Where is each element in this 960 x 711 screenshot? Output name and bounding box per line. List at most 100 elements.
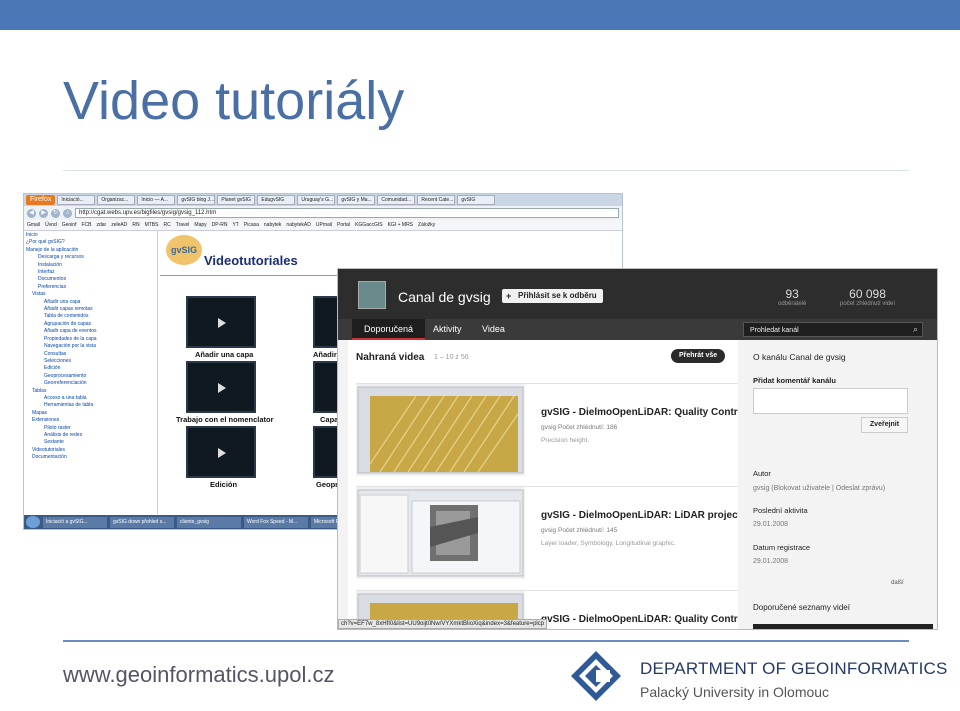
tree-item[interactable]: Añadir una capa: [26, 299, 155, 306]
reload-icon[interactable]: ↻: [51, 208, 60, 218]
tree-item[interactable]: Análisis de redes: [26, 432, 155, 439]
taskbar-item[interactable]: gvSIG down přehled s...: [110, 516, 174, 528]
browser-tab[interactable]: Planet gvSIG: [217, 195, 256, 205]
browser-tab[interactable]: gvSIG: [457, 195, 496, 205]
post-comment-button[interactable]: Zveřejnit: [861, 417, 908, 433]
playlist-thumbnail[interactable]: [753, 624, 933, 629]
bookmark[interactable]: Travel: [176, 220, 190, 230]
video-caption: Añadir una capa: [195, 350, 254, 359]
video-title[interactable]: gvSIG - DielmoOpenLiDAR: Quality Contr: [541, 614, 738, 625]
bookmark[interactable]: KGI + MRS: [388, 220, 413, 230]
bookmark[interactable]: FCB: [81, 220, 91, 230]
browser-tab[interactable]: gvSIG blog J...: [177, 195, 216, 205]
tab-videos[interactable]: Videa: [470, 319, 517, 340]
bookmark[interactable]: Úvod: [45, 220, 57, 230]
tree-item[interactable]: Interfaz: [26, 269, 155, 276]
video-item[interactable]: gvSIG - DielmoOpenLiDAR: Quality Contr g…: [356, 383, 738, 476]
tree-item[interactable]: Edición: [26, 365, 155, 372]
bookmark[interactable]: zdar: [96, 220, 106, 230]
video-thumbnail[interactable]: [356, 487, 525, 579]
tree-item[interactable]: Mapas: [26, 410, 155, 417]
tree-item[interactable]: ¿Por qué gvSIG?: [26, 239, 155, 246]
bookmark[interactable]: Mapy: [194, 220, 206, 230]
browser-tab[interactable]: Comunidad...: [377, 195, 416, 205]
subscribe-button[interactable]: Přihlásit se k odběru: [502, 289, 603, 303]
author-value[interactable]: gvsig (Blokovat uživatele | Odeslat zprá…: [753, 485, 885, 492]
tree-item[interactable]: Consultas: [26, 351, 155, 358]
browser-tab[interactable]: Recent Cate...: [417, 195, 456, 205]
bookmark[interactable]: Geoinf: [62, 220, 77, 230]
start-button[interactable]: [26, 516, 40, 528]
tree-item[interactable]: Tablas: [26, 388, 155, 395]
bookmark[interactable]: YT: [233, 220, 239, 230]
tree-item[interactable]: Descarga y recursos: [26, 254, 155, 261]
tree-item[interactable]: Acceso a una tabla: [26, 395, 155, 402]
bookmark[interactable]: Picasa: [244, 220, 259, 230]
tree-item[interactable]: Añadir capas remotas: [26, 306, 155, 313]
more-link[interactable]: další: [891, 580, 904, 586]
tree-item[interactable]: Instalación: [26, 262, 155, 269]
tree-item[interactable]: Propiedades de la capa: [26, 336, 155, 343]
url-field[interactable]: http://cgat.webs.upv.es/bigfiles/gvsig/g…: [75, 208, 619, 218]
tree-item[interactable]: Sextante: [26, 439, 155, 446]
back-icon[interactable]: ◀: [27, 208, 36, 218]
tree-item[interactable]: Preferencias: [26, 284, 155, 291]
video-title[interactable]: gvSIG - DielmoOpenLiDAR: Quality Contr: [541, 407, 738, 418]
firefox-menu-button[interactable]: Firefox: [26, 195, 56, 205]
bookmark[interactable]: UPmail: [316, 220, 332, 230]
bookmark[interactable]: Záložky: [418, 220, 435, 230]
bookmark[interactable]: Gmail: [27, 220, 40, 230]
bookmark[interactable]: RC: [163, 220, 170, 230]
tree-item[interactable]: Manejo de la aplicación: [26, 247, 155, 254]
browser-tab[interactable]: gvSIG y Ma...: [337, 195, 376, 205]
bookmark[interactable]: nabytekAD: [286, 220, 310, 230]
tab-activity[interactable]: Aktivity: [421, 319, 474, 340]
tree-item[interactable]: Herramientas de tabla: [26, 402, 155, 409]
video-thumbnail[interactable]: [186, 361, 256, 413]
channel-avatar[interactable]: [358, 281, 386, 309]
video-thumbnail[interactable]: [186, 296, 256, 348]
taskbar-item[interactable]: Iniciació a gvSIG...: [43, 516, 107, 528]
browser-tab[interactable]: Iniciació...: [57, 195, 96, 205]
bookmark[interactable]: zeleAD: [111, 220, 127, 230]
video-thumbnail[interactable]: [356, 384, 525, 476]
browser-tab[interactable]: Organizac...: [97, 195, 136, 205]
tree-item[interactable]: Tabla de contenidos: [26, 313, 155, 320]
taskbar-item[interactable]: Word Fox Speed - M...: [244, 516, 308, 528]
tree-item[interactable]: Agrupación de capas: [26, 321, 155, 328]
channel-search-input[interactable]: Prohledat kanál: [743, 322, 923, 337]
bookmark[interactable]: nabytek: [264, 220, 282, 230]
tree-item[interactable]: Geoprocesamiento: [26, 373, 155, 380]
browser-tab[interactable]: Inicio — A...: [137, 195, 176, 205]
bookmark[interactable]: MTBS: [145, 220, 159, 230]
video-thumbnail[interactable]: [186, 426, 256, 478]
tab-recommended[interactable]: Doporučená: [352, 319, 426, 340]
tree-item[interactable]: Selecciones: [26, 358, 155, 365]
comment-textarea[interactable]: [753, 388, 908, 414]
tree-item[interactable]: Inicio: [26, 232, 155, 239]
taskbar-item[interactable]: cliente_gvsig: [177, 516, 241, 528]
tree-item[interactable]: Documentos: [26, 276, 155, 283]
bookmark[interactable]: KGGaccGIS: [355, 220, 383, 230]
video-title[interactable]: gvSIG - DielmoOpenLiDAR: LiDAR project: [541, 510, 738, 521]
tree-item[interactable]: Añadir capa de eventos: [26, 328, 155, 335]
tree-item[interactable]: Georreferenciación: [26, 380, 155, 387]
browser-tab[interactable]: EdugvSIG: [257, 195, 296, 205]
tree-item[interactable]: Navegación por la vista: [26, 343, 155, 350]
tree-item[interactable]: Piloto raster: [26, 425, 155, 432]
tree-item[interactable]: Vistas: [26, 291, 155, 298]
tree-item[interactable]: Videotutoriales: [26, 447, 155, 454]
browser-tab[interactable]: Uruguay's G...: [297, 195, 336, 205]
video-caption: Capa: [320, 415, 339, 424]
tree-item[interactable]: Extensiones: [26, 417, 155, 424]
forward-icon[interactable]: ▶: [39, 208, 48, 218]
video-item[interactable]: gvSIG - DielmoOpenLiDAR: LiDAR project g…: [356, 486, 738, 579]
bookmark[interactable]: RN: [132, 220, 139, 230]
tree-item[interactable]: Documentación: [26, 454, 155, 461]
play-all-button[interactable]: Přehrát vše: [671, 349, 726, 363]
bookmarks-bar: Gmail Úvod Geoinf FCB zdar zeleAD RN MTB…: [24, 220, 622, 231]
bookmark[interactable]: Portal: [337, 220, 350, 230]
bookmark[interactable]: DP-RN: [212, 220, 228, 230]
home-icon[interactable]: ⌂: [63, 208, 72, 218]
page-heading: Videotutoriales: [204, 253, 298, 268]
